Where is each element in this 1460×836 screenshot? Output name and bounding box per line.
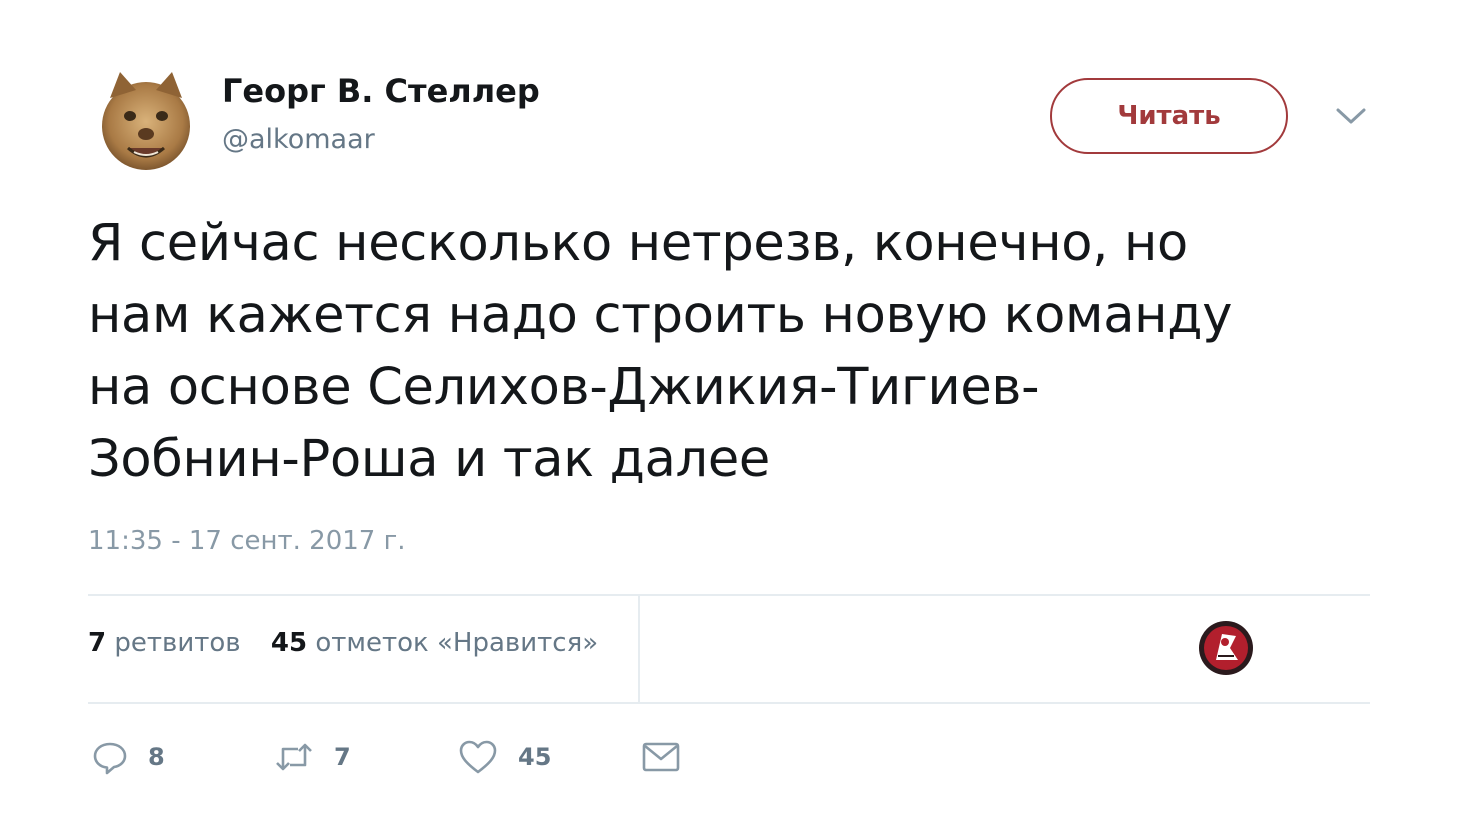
stats-bottom-divider [88,702,1370,704]
tweet-stats: 7 ретвитов 45 отметок «Нравится» [88,628,598,658]
likes-label: отметок «Нравится» [315,628,599,658]
retweet-count: 7 [334,743,351,771]
tweet-text: Я сейчас несколько нетрезв, конечно, но … [88,208,1378,496]
tweet-text-line: Зобнин-Роша и так далее [88,430,770,489]
tweet-text-line: на основе Селихов-Джикия-Тигиев- [88,358,1040,417]
reply-count: 8 [148,743,165,771]
retweets-label: ретвитов [114,628,241,658]
retweets-stat[interactable]: 7 ретвитов [88,628,241,658]
author-name[interactable]: Георг В. Стеллер [222,72,540,110]
like-button[interactable]: 45 [458,734,551,780]
liker-avatar[interactable] [1198,620,1254,676]
reply-button[interactable]: 8 [92,734,165,780]
stats-vertical-divider [638,596,640,702]
chevron-down-icon [1336,108,1366,124]
author-avatar[interactable] [98,68,194,172]
likes-count: 45 [270,628,308,658]
heart-icon [459,740,497,774]
stats-top-divider [88,594,1370,596]
cat-face-avatar-icon [102,72,190,170]
tweet-timestamp[interactable]: 11:35 - 17 сент. 2017 г. [88,526,406,556]
retweet-button[interactable]: 7 [274,734,351,780]
retweet-icon [276,743,312,771]
likes-stat[interactable]: 45 отметок «Нравится» [271,628,598,658]
like-count: 45 [518,743,552,771]
retweets-count: 7 [88,628,107,658]
follow-button[interactable]: Читать [1050,78,1288,154]
tweet-text-line: нам кажется надо строить новую команду [88,286,1233,345]
author-handle[interactable]: @alkomaar [222,124,375,155]
reply-icon [93,742,127,775]
tweet-text-line: Я сейчас несколько нетрезв, конечно, но [88,214,1188,273]
direct-message-button[interactable] [642,734,680,780]
spartak-logo-avatar-icon [1199,621,1253,675]
mail-icon [642,742,680,772]
tweet-menu-button[interactable] [1334,104,1368,128]
